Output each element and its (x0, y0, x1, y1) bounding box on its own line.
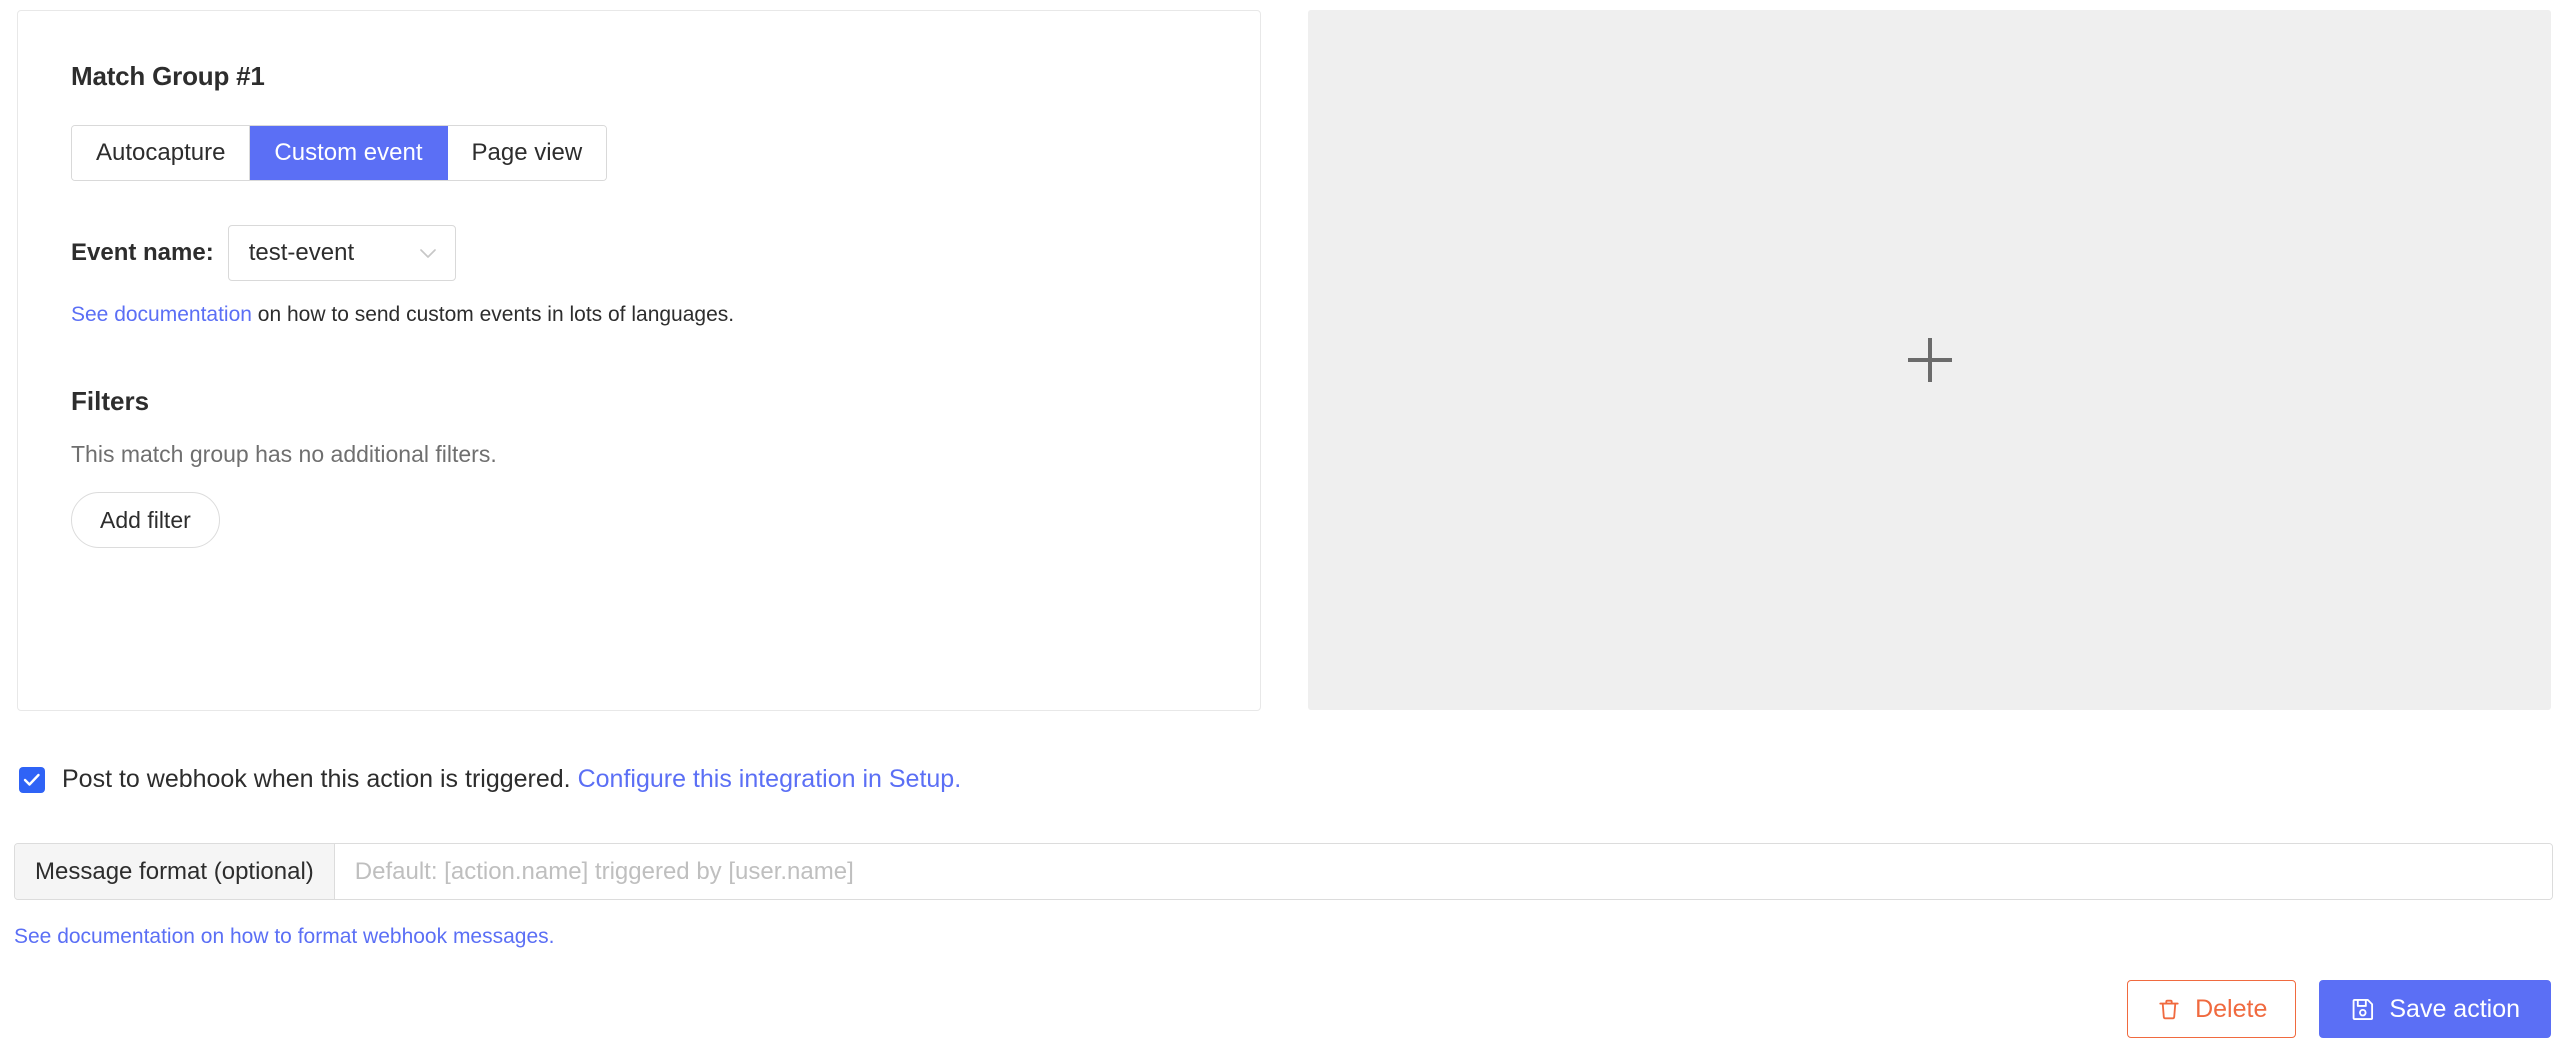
delete-button[interactable]: Delete (2127, 980, 2296, 1038)
trash-icon (2156, 996, 2182, 1022)
filters-heading: Filters (71, 388, 1260, 414)
delete-button-label: Delete (2195, 995, 2267, 1024)
message-format-input[interactable] (335, 844, 2552, 899)
see-documentation-link[interactable]: See documentation (71, 303, 252, 326)
event-name-row: Event name: test-event (71, 225, 1260, 281)
filters-empty-text: This match group has no additional filte… (71, 441, 1260, 468)
footer-actions: Delete Save action (2127, 980, 2551, 1038)
see-documentation-rest-text: on how to send custom events in lots of … (252, 303, 734, 326)
add-filter-button[interactable]: Add filter (71, 492, 220, 548)
tab-page-view[interactable]: Page view (448, 126, 607, 180)
top-area: Match Group #1 Autocapture Custom event … (0, 0, 2568, 716)
match-group-card: Match Group #1 Autocapture Custom event … (17, 10, 1261, 711)
format-webhook-doc-line: See documentation on how to format webho… (14, 925, 554, 949)
save-action-button[interactable]: Save action (2319, 980, 2551, 1038)
message-format-input-group: Message format (optional) (14, 843, 2553, 900)
save-action-button-label: Save action (2389, 995, 2520, 1024)
tab-autocapture[interactable]: Autocapture (72, 126, 250, 180)
webhook-static-text: Post to webhook when this action is trig… (62, 765, 571, 793)
chevron-down-icon (417, 242, 439, 264)
event-name-label: Event name: (71, 239, 214, 267)
custom-event-doc-line: See documentation on how to send custom … (71, 301, 1260, 328)
post-to-webhook-checkbox[interactable] (19, 767, 45, 793)
webhook-row-text: Post to webhook when this action is trig… (62, 765, 961, 794)
tab-custom-event[interactable]: Custom event (250, 126, 447, 180)
preview-panel[interactable] (1308, 10, 2551, 710)
match-group-card-content: Match Group #1 Autocapture Custom event … (18, 11, 1260, 548)
format-webhook-doc-link[interactable]: See documentation on how to format webho… (14, 925, 554, 948)
match-group-title: Match Group #1 (71, 63, 1260, 89)
plus-icon[interactable] (1908, 338, 1952, 382)
message-format-label: Message format (optional) (15, 844, 335, 899)
event-name-value: test-event (249, 239, 354, 267)
action-editor-page: Match Group #1 Autocapture Custom event … (0, 0, 2568, 1058)
event-name-select[interactable]: test-event (228, 225, 456, 281)
save-icon (2350, 996, 2376, 1022)
webhook-row: Post to webhook when this action is trig… (19, 765, 961, 794)
event-type-tabs: Autocapture Custom event Page view (71, 125, 607, 181)
configure-integration-link[interactable]: Configure this integration in Setup. (578, 765, 962, 793)
